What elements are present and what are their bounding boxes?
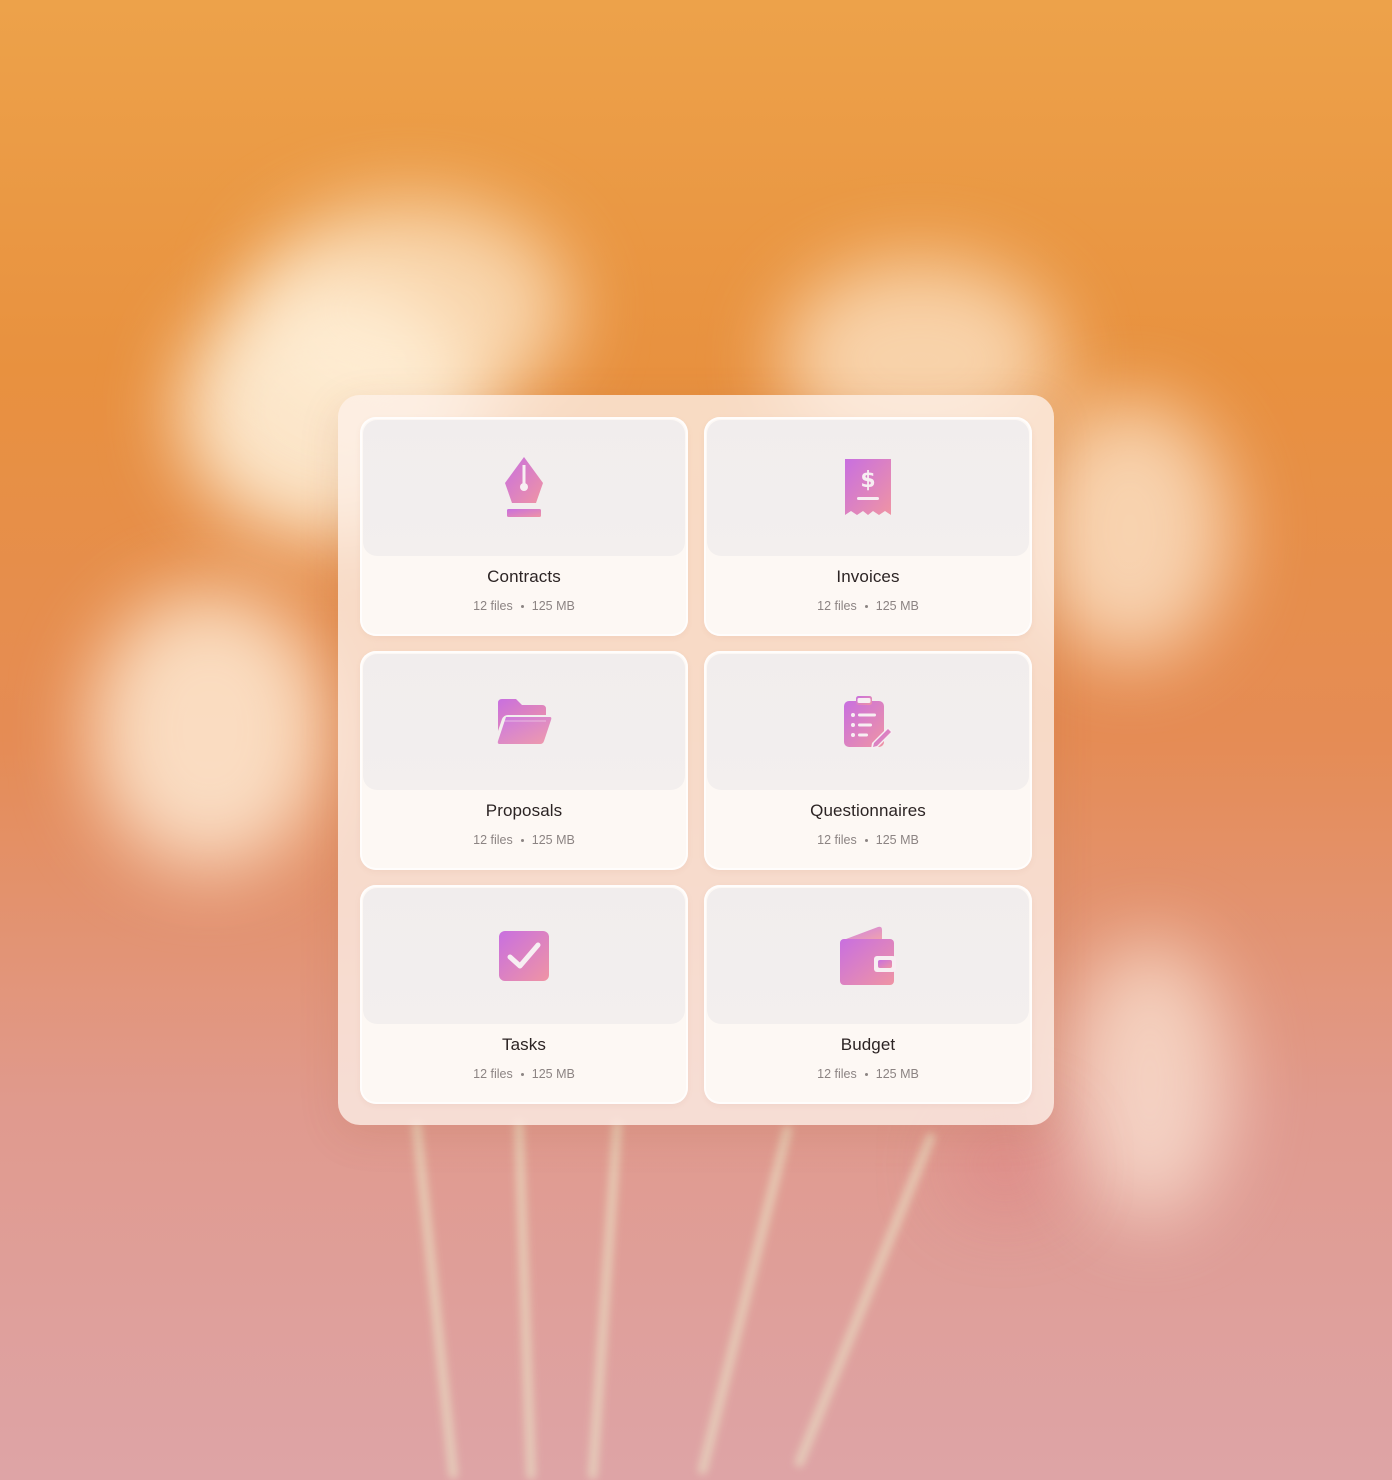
file-count: 12 files xyxy=(473,833,513,847)
folder-size: 125 MB xyxy=(531,833,575,847)
folder-card-contracts[interactable]: Contracts 12 files 125 MB xyxy=(360,417,688,636)
card-icon-area xyxy=(363,654,685,790)
card-icon-area xyxy=(363,420,685,556)
blurred-stem xyxy=(411,1120,459,1480)
folder-title: Contracts xyxy=(487,567,561,586)
blurred-flower xyxy=(1030,400,1230,660)
file-count: 12 files xyxy=(817,833,857,847)
separator-dot xyxy=(864,604,868,608)
folder-title: Proposals xyxy=(485,801,563,820)
folder-size: 125 MB xyxy=(531,599,575,613)
folder-title: Invoices xyxy=(836,567,900,586)
folder-card-budget[interactable]: Budget 12 files 125 MB xyxy=(704,885,1032,1104)
folder-meta: 12 files 125 MB xyxy=(704,1067,1032,1081)
folder-title: Budget xyxy=(840,1035,896,1054)
blurred-flower xyxy=(250,200,570,420)
folder-title: Questionnaires xyxy=(810,801,926,820)
separator-dot xyxy=(520,604,524,608)
blurred-accent xyxy=(950,1120,1060,1210)
separator-dot xyxy=(520,1072,524,1076)
folder-meta: 12 files 125 MB xyxy=(704,599,1032,613)
file-count: 12 files xyxy=(473,599,513,613)
folder-meta: 12 files 125 MB xyxy=(360,599,688,613)
card-icon-area xyxy=(707,654,1029,790)
receipt-dollar-icon: $ xyxy=(845,459,891,515)
blurred-stem xyxy=(587,1120,623,1480)
folder-meta: 12 files 125 MB xyxy=(704,833,1032,847)
svg-text:$: $ xyxy=(860,468,875,493)
blurred-flower xyxy=(1070,940,1230,1220)
folder-card-tasks[interactable]: Tasks 12 files 125 MB xyxy=(360,885,688,1104)
folder-card-questionnaires[interactable]: Questionnaires 12 files 125 MB xyxy=(704,651,1032,870)
file-count: 12 files xyxy=(473,1067,513,1081)
card-icon-area xyxy=(363,888,685,1024)
pen-nib-icon xyxy=(505,457,543,517)
blurred-stem xyxy=(696,1124,794,1476)
folder-size: 125 MB xyxy=(875,1067,919,1081)
blurred-stem xyxy=(513,1119,537,1480)
checkbox-check-icon xyxy=(499,931,549,981)
folder-title: Tasks xyxy=(502,1035,546,1054)
folder-meta: 12 files 125 MB xyxy=(360,833,688,847)
card-icon-area: $ xyxy=(707,420,1029,556)
file-count: 12 files xyxy=(817,599,857,613)
folder-size: 125 MB xyxy=(875,833,919,847)
folder-card-invoices[interactable]: $ Invoices 12 files 125 MB xyxy=(704,417,1032,636)
folder-size: 125 MB xyxy=(875,599,919,613)
folder-card-proposals[interactable]: Proposals 12 files 125 MB xyxy=(360,651,688,870)
folder-open-icon xyxy=(497,699,552,744)
folder-meta: 12 files 125 MB xyxy=(360,1067,688,1081)
folders-panel: Contracts 12 files 125 MB $ Invoices 12 … xyxy=(338,395,1054,1125)
clipboard-edit-icon xyxy=(844,696,893,749)
separator-dot xyxy=(864,1072,868,1076)
blurred-flower xyxy=(90,590,330,870)
blurred-stem xyxy=(792,1131,938,1469)
folder-size: 125 MB xyxy=(531,1067,575,1081)
wallet-icon xyxy=(840,926,896,985)
separator-dot xyxy=(864,838,868,842)
card-icon-area xyxy=(707,888,1029,1024)
file-count: 12 files xyxy=(817,1067,857,1081)
separator-dot xyxy=(520,838,524,842)
